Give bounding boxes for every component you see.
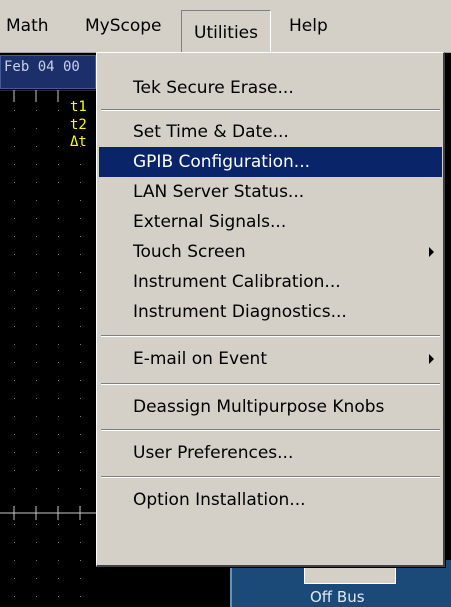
date-readout: Feb 04 00 (0, 55, 96, 89)
bus-label: Off Bus (310, 588, 365, 606)
utilities-dropdown: Tek Secure Erase... Set Time & Date... G… (96, 52, 445, 567)
menu-separator (101, 335, 440, 337)
cursor-t1-label: t1 (70, 99, 87, 115)
menu-item-external-signals[interactable]: External Signals... (99, 207, 442, 237)
menu-math[interactable]: Math (3, 13, 52, 39)
menu-separator (101, 383, 440, 385)
menu-myscope[interactable]: MyScope (82, 13, 165, 39)
submenu-arrow-icon (429, 354, 434, 364)
menu-item-user-preferences[interactable]: User Preferences... (99, 438, 442, 468)
menu-item-lan-server-status[interactable]: LAN Server Status... (99, 177, 442, 207)
menu-help[interactable]: Help (286, 13, 331, 39)
menu-item-option-installation[interactable]: Option Installation... (99, 485, 442, 515)
menu-item-gpib-configuration[interactable]: GPIB Configuration... (99, 147, 442, 177)
bus-panel: Off Bus (230, 560, 451, 607)
menu-item-instrument-diagnostics[interactable]: Instrument Diagnostics... (99, 297, 442, 327)
cursor-delta-label: Δt (70, 134, 87, 150)
menu-utilities[interactable]: Utilities (181, 10, 271, 52)
menu-item-tek-secure-erase[interactable]: Tek Secure Erase... (99, 73, 442, 103)
menu-separator (101, 429, 440, 431)
menu-separator (101, 109, 440, 111)
cursor-t2-label: t2 (70, 117, 87, 133)
menu-item-deassign-multipurpose-knobs[interactable]: Deassign Multipurpose Knobs (99, 392, 442, 422)
bus-button[interactable] (304, 566, 396, 584)
menu-item-set-time-date[interactable]: Set Time & Date... (99, 117, 442, 147)
menu-item-instrument-calibration[interactable]: Instrument Calibration... (99, 267, 442, 297)
submenu-arrow-icon (429, 247, 434, 257)
graticule (0, 90, 96, 597)
menu-separator (101, 476, 440, 478)
menu-item-email-on-event[interactable]: E-mail on Event (99, 344, 442, 374)
menu-item-touch-screen[interactable]: Touch Screen (99, 237, 442, 267)
menu-bar: Math MyScope Utilities Help (0, 0, 451, 53)
